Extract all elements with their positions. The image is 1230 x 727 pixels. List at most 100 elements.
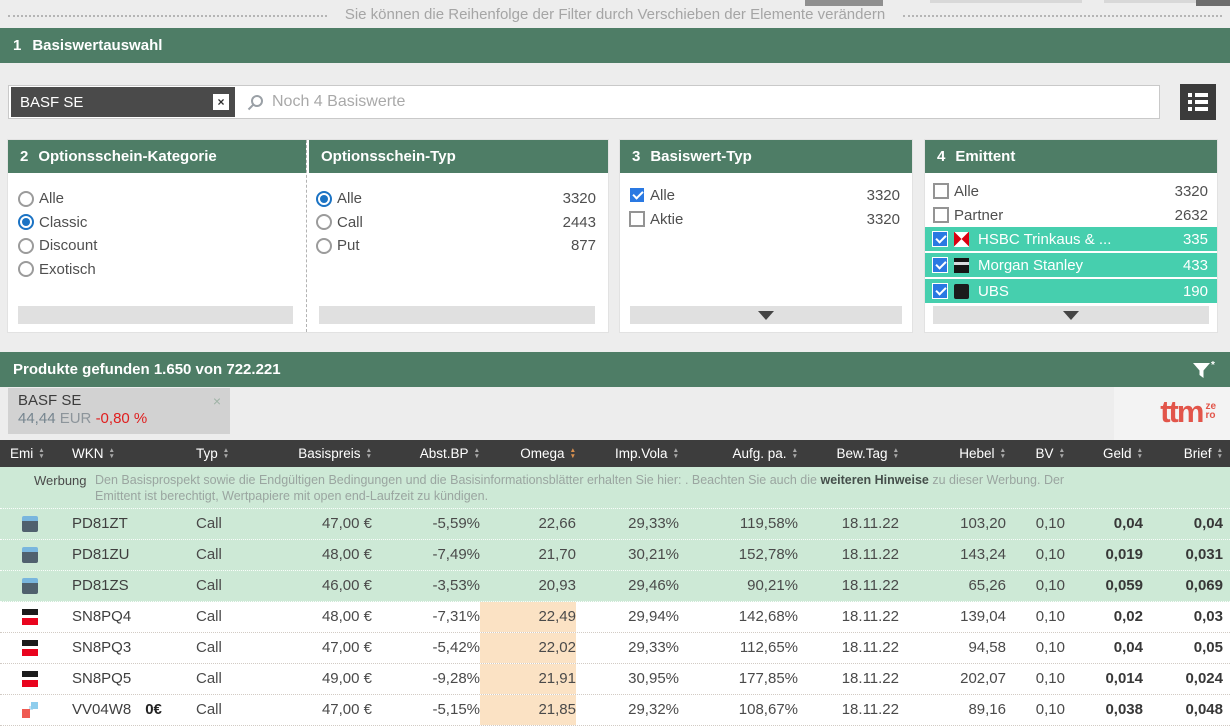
radio-icon[interactable] xyxy=(18,214,34,230)
checkbox-icon[interactable] xyxy=(933,183,949,199)
aufgeld-pa-cell: 90,21% xyxy=(679,571,798,601)
radio-option-typ[interactable]: Alle 3320 xyxy=(306,187,608,211)
wkn-cell[interactable]: VV04W8 0€ xyxy=(64,695,190,725)
column-header[interactable]: Imp.Vola ▲▼ xyxy=(576,446,679,461)
sort-arrows-icon[interactable]: ▲▼ xyxy=(1217,448,1223,459)
radio-option-kategorie[interactable]: Discount xyxy=(8,234,306,258)
radio-icon[interactable] xyxy=(316,214,332,230)
wkn-cell[interactable]: PD81ZS xyxy=(64,571,190,601)
panel-kategorie-header[interactable]: 2 Optionsschein-Kategorie xyxy=(8,140,306,173)
brand-main-text: ttm xyxy=(1160,398,1202,425)
checkbox-option-emittent[interactable]: Alle 3320 xyxy=(925,179,1217,203)
filter-funnel-icon[interactable]: * xyxy=(1191,360,1217,380)
column-header[interactable]: BV ▲▼ xyxy=(1006,446,1065,461)
table-row[interactable]: PD81ZS Call 46,00 € -3,53% 20,93 29,46% … xyxy=(0,571,1230,602)
omega-cell: 21,70 xyxy=(480,540,576,570)
radio-icon[interactable] xyxy=(18,238,34,254)
panel-basiswert-typ-header[interactable]: 3 Basiswert-Typ xyxy=(620,140,912,173)
wkn-cell[interactable]: SN8PQ5 xyxy=(64,664,190,694)
basispreis-cell: 47,00 € xyxy=(260,509,372,539)
table-row[interactable]: PD81ZU Call 48,00 € -7,49% 21,70 30,21% … xyxy=(0,540,1230,571)
checkbox-icon[interactable] xyxy=(629,187,645,203)
checkbox-icon[interactable] xyxy=(932,283,948,299)
table-row[interactable]: SN8PQ5 Call 49,00 € -9,28% 21,91 30,95% … xyxy=(0,664,1230,695)
column-header[interactable]: Emi ▲▼ xyxy=(8,446,64,461)
checkbox-option-basiswert-typ[interactable]: Aktie 3320 xyxy=(620,207,912,231)
table-row[interactable]: SN8PQ3 Call 47,00 € -5,42% 22,02 29,33% … xyxy=(0,633,1230,664)
panel-scrollbar[interactable] xyxy=(319,306,595,324)
table-row[interactable]: SN8PQ4 Call 48,00 € -7,31% 22,49 29,94% … xyxy=(0,602,1230,633)
radio-option-kategorie[interactable]: Exotisch xyxy=(8,258,306,282)
bewertungstag-cell: 18.11.22 xyxy=(798,602,899,632)
selected-basiswert-tag[interactable]: BASF SE × xyxy=(11,87,235,117)
checkbox-option-basiswert-typ[interactable]: Alle 3320 xyxy=(620,183,912,207)
weitere-hinweise-link[interactable]: weiteren Hinweise xyxy=(820,473,928,487)
panel-typ-header[interactable]: Optionsschein-Typ xyxy=(309,140,608,173)
hebel-cell: 103,20 xyxy=(899,509,1006,539)
bewertungstag-cell: 18.11.22 xyxy=(798,571,899,601)
wkn-cell[interactable]: SN8PQ3 xyxy=(64,633,190,663)
wkn-cell[interactable]: PD81ZT xyxy=(64,509,190,539)
radio-option-kategorie[interactable]: Alle xyxy=(8,187,306,211)
panel-scrollbar[interactable] xyxy=(630,306,902,324)
radio-icon[interactable] xyxy=(316,238,332,254)
wkn-cell[interactable]: SN8PQ4 xyxy=(64,602,190,632)
omega-cell: 21,85 xyxy=(480,695,576,725)
column-header[interactable]: Basispreis ▲▼ xyxy=(260,446,372,461)
checkbox-option-emittent[interactable]: HSBC Trinkaus & ... 335 xyxy=(925,227,1217,251)
radio-icon[interactable] xyxy=(18,261,34,277)
checkbox-option-emittent[interactable]: Morgan Stanley 433 xyxy=(925,253,1217,277)
basiswert-typ-options: Alle 3320 Aktie 3320 xyxy=(620,173,912,231)
option-count: 335 xyxy=(1183,231,1208,248)
typ-cell: Call xyxy=(190,509,260,539)
panel-scrollbar[interactable] xyxy=(933,306,1209,324)
table-row[interactable]: VV04W8 0€ Call 47,00 € -5,15% 21,85 29,3… xyxy=(0,695,1230,726)
column-header[interactable]: Brief ▲▼ xyxy=(1143,446,1223,461)
wkn-value: VV04W8 xyxy=(72,695,131,725)
checkbox-icon[interactable] xyxy=(629,211,645,227)
radio-option-kategorie[interactable]: Classic xyxy=(8,211,306,235)
column-label: Geld xyxy=(1103,446,1132,461)
brief-cell: 0,048 xyxy=(1143,695,1223,725)
checkbox-option-emittent[interactable]: Partner 2632 xyxy=(925,203,1217,227)
radio-option-typ[interactable]: Call 2443 xyxy=(306,211,608,235)
panel-emittent-header[interactable]: 4 Emittent xyxy=(925,140,1217,173)
radio-icon[interactable] xyxy=(18,191,34,207)
sort-arrows-icon[interactable]: ▲▼ xyxy=(223,448,229,459)
abstand-bp-cell: -3,53% xyxy=(372,571,480,601)
column-header[interactable]: Geld ▲▼ xyxy=(1065,446,1143,461)
column-header[interactable]: WKN ▲▼ xyxy=(64,446,190,461)
panel-scrollbar[interactable] xyxy=(18,306,293,324)
column-header[interactable]: Aufg. pa. ▲▼ xyxy=(679,446,798,461)
checkbox-icon[interactable] xyxy=(932,231,948,247)
emittent-logo-icon xyxy=(954,232,969,247)
scroll-down-icon xyxy=(758,311,774,328)
sort-arrows-icon[interactable]: ▲▼ xyxy=(109,448,115,459)
checkbox-icon[interactable] xyxy=(932,257,948,273)
search-input[interactable] xyxy=(264,93,1159,111)
bv-cell: 0,10 xyxy=(1006,695,1065,725)
basiswert-search-box[interactable]: BASF SE × xyxy=(8,85,1160,119)
aufgeld-pa-cell: 142,68% xyxy=(679,602,798,632)
column-header[interactable]: Omega ▲▼ xyxy=(480,446,576,461)
asset-tab-basf[interactable]: BASF SE × 44,44 EUR -0,80 % xyxy=(8,388,230,434)
filter-panel-emittent: 4 Emittent Alle 3320 Partner 2632 HSBC T… xyxy=(925,140,1217,332)
radio-option-typ[interactable]: Put 877 xyxy=(306,234,608,258)
option-label: Alle xyxy=(337,190,362,207)
column-header[interactable]: Bew.Tag ▲▼ xyxy=(798,446,899,461)
column-header[interactable]: Abst.BP ▲▼ xyxy=(372,446,480,461)
remove-tag-icon[interactable]: × xyxy=(213,94,229,110)
option-count: 3320 xyxy=(1175,183,1208,200)
list-view-button[interactable] xyxy=(1180,84,1216,120)
radio-icon[interactable] xyxy=(316,191,332,207)
sort-arrows-icon[interactable]: ▲▼ xyxy=(38,448,44,459)
bv-cell: 0,10 xyxy=(1006,664,1065,694)
wkn-cell[interactable]: PD81ZU xyxy=(64,540,190,570)
close-tab-icon[interactable]: × xyxy=(213,393,221,409)
wkn-value: SN8PQ4 xyxy=(72,602,131,632)
column-header[interactable]: Typ ▲▼ xyxy=(190,446,260,461)
checkbox-option-emittent[interactable]: UBS 190 xyxy=(925,279,1217,303)
checkbox-icon[interactable] xyxy=(933,207,949,223)
column-header[interactable]: Hebel ▲▼ xyxy=(899,446,1006,461)
table-row[interactable]: PD81ZT Call 47,00 € -5,59% 22,66 29,33% … xyxy=(0,509,1230,540)
